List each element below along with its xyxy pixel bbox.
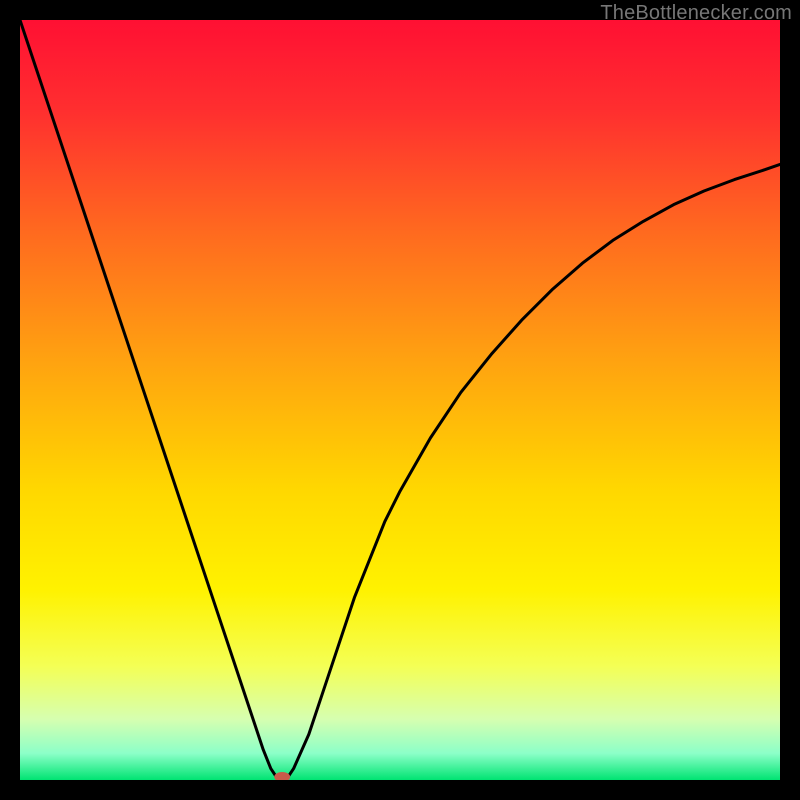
gradient-background <box>20 20 780 780</box>
watermark-text: TheBottlenecker.com <box>600 2 792 25</box>
bottleneck-chart <box>20 20 780 780</box>
chart-frame <box>20 20 780 780</box>
